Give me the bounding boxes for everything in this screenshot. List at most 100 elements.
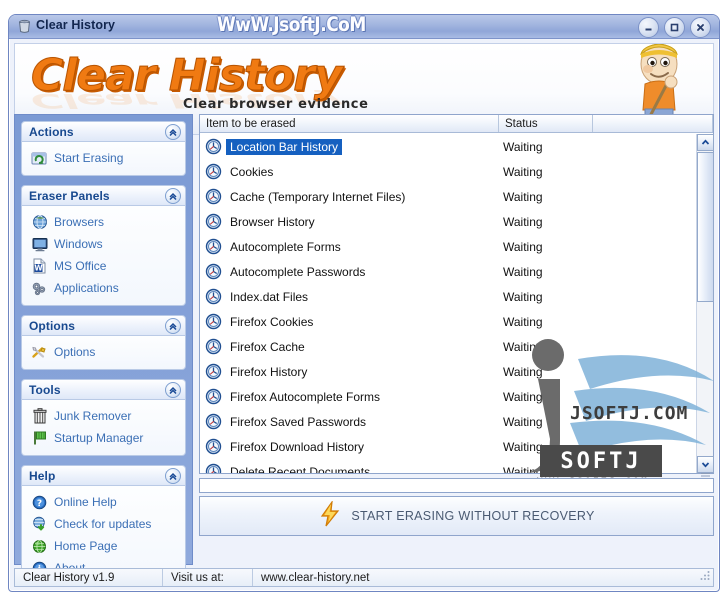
- row-status: Waiting: [503, 239, 543, 254]
- table-row[interactable]: Firefox Cookies Waiting: [200, 309, 696, 334]
- row-status: Waiting: [503, 264, 543, 279]
- app-logo: Clear History: [31, 50, 344, 102]
- scroll-up-button[interactable]: [697, 134, 714, 151]
- svg-text:?: ?: [37, 499, 42, 509]
- erase-button-label: START ERASING WITHOUT RECOVERY: [351, 509, 595, 523]
- maximize-button[interactable]: [664, 17, 685, 38]
- sidebar-item-label: Browsers: [54, 215, 105, 229]
- table-row[interactable]: Autocomplete Forms Waiting: [200, 234, 696, 259]
- panel-body-actions: Start Erasing: [21, 142, 186, 176]
- close-button[interactable]: [690, 17, 711, 38]
- row-item-name: Firefox History: [230, 364, 308, 379]
- globe-download-icon: [30, 516, 49, 533]
- clock-eraser-icon: [200, 288, 226, 305]
- list-column-headers: Item to be erased Status: [200, 115, 713, 133]
- sidebar-item-ms-office[interactable]: W MS Office: [26, 255, 181, 277]
- sidebar-item-options[interactable]: Options: [26, 341, 181, 363]
- word-document-icon: W: [30, 258, 49, 275]
- panel-body-options: Options: [21, 336, 186, 370]
- sidebar-item-label: Home Page: [54, 539, 118, 553]
- sidebar-item-windows[interactable]: Windows: [26, 233, 181, 255]
- sidebar-item-check-for-updates[interactable]: Check for updates: [26, 513, 181, 535]
- status-visit-label: Visit us at:: [163, 569, 253, 586]
- scroll-down-button[interactable]: [697, 456, 714, 473]
- table-row[interactable]: Browser History Waiting: [200, 209, 696, 234]
- clock-eraser-icon: [200, 338, 226, 355]
- clock-eraser-icon: [200, 363, 226, 380]
- list-vertical-scrollbar[interactable]: [696, 134, 714, 477]
- body-area: Actions Start Erasing Eraser Panels Brow…: [14, 114, 714, 586]
- flag-icon: [30, 430, 49, 447]
- window-title: Clear History: [36, 18, 116, 32]
- row-item-name: Firefox Download History: [230, 439, 365, 454]
- sidebar-item-label: Check for updates: [54, 517, 152, 531]
- status-url[interactable]: www.clear-history.net: [253, 569, 369, 586]
- clock-eraser-icon: [200, 438, 226, 455]
- sidebar-panel-actions: Actions Start Erasing: [21, 121, 186, 176]
- clock-eraser-icon: [200, 163, 226, 180]
- sidebar-item-home-page[interactable]: Home Page: [26, 535, 181, 557]
- sidebar-item-junk-remover[interactable]: Junk Remover: [26, 405, 181, 427]
- trash-bin-icon: [30, 408, 49, 425]
- panel-header-eraser-panels[interactable]: Eraser Panels: [21, 185, 186, 206]
- chevron-up-icon[interactable]: [165, 382, 181, 398]
- column-header-extra[interactable]: [593, 115, 713, 132]
- clock-eraser-icon: [200, 213, 226, 230]
- erase-items-list: Item to be erased Status Location Bar Hi…: [199, 114, 714, 487]
- column-header-status[interactable]: Status: [499, 115, 593, 132]
- clock-eraser-icon: [200, 463, 226, 473]
- panel-header-actions[interactable]: Actions: [21, 121, 186, 142]
- row-status: Waiting: [503, 189, 543, 204]
- table-row[interactable]: Cookies Waiting: [200, 159, 696, 184]
- chevron-up-icon[interactable]: [165, 124, 181, 140]
- row-item-name: Delete Recent Documents: [230, 464, 371, 474]
- table-row[interactable]: Firefox Cache Waiting: [200, 334, 696, 359]
- scrollbar-thumb[interactable]: [697, 152, 714, 302]
- sidebar-item-startup-manager[interactable]: Startup Manager: [26, 427, 181, 449]
- panel-header-tools[interactable]: Tools: [21, 379, 186, 400]
- sidebar-item-label: Applications: [54, 281, 119, 295]
- sidebar-item-online-help[interactable]: ? Online Help: [26, 491, 181, 513]
- row-status: Waiting: [503, 439, 543, 454]
- resize-grip-icon[interactable]: [700, 570, 710, 583]
- sidebar-item-label: Windows: [54, 237, 103, 251]
- sidebar-item-browsers[interactable]: Browsers: [26, 211, 181, 233]
- sidebar-item-label: Start Erasing: [54, 151, 124, 165]
- panel-title: Tools: [29, 382, 61, 397]
- table-row[interactable]: Autocomplete Passwords Waiting: [200, 259, 696, 284]
- progress-bar: [199, 478, 714, 493]
- title-watermark: WwW.JsoftJ.CoM: [217, 14, 366, 37]
- chevron-up-icon[interactable]: [165, 468, 181, 484]
- row-item-name: Firefox Autocomplete Forms: [230, 389, 381, 404]
- clock-eraser-icon: [200, 413, 226, 430]
- sidebar-item-label: Startup Manager: [54, 431, 144, 445]
- sidebar-item-label: Options: [54, 345, 96, 359]
- column-header-item[interactable]: Item to be erased: [200, 115, 499, 132]
- table-row[interactable]: Location Bar History Waiting: [200, 134, 696, 159]
- sidebar-panel-tools: Tools Junk Remover Startup Manager: [21, 379, 186, 456]
- panel-header-options[interactable]: Options: [21, 315, 186, 336]
- chevron-up-icon[interactable]: [165, 188, 181, 204]
- panel-header-help[interactable]: Help: [21, 465, 186, 486]
- table-row[interactable]: Firefox History Waiting: [200, 359, 696, 384]
- table-row[interactable]: Cache (Temporary Internet Files) Waiting: [200, 184, 696, 209]
- row-item-name: Index.dat Files: [230, 289, 309, 304]
- question-mark-icon: ?: [30, 494, 49, 511]
- row-status: Waiting: [503, 139, 543, 154]
- minimize-button[interactable]: [638, 17, 659, 38]
- window-controls: [638, 17, 711, 38]
- panel-title: Help: [29, 468, 56, 483]
- table-row[interactable]: Index.dat Files Waiting: [200, 284, 696, 309]
- clock-eraser-icon: [200, 238, 226, 255]
- chevron-up-icon[interactable]: [165, 318, 181, 334]
- title-bar: Clear History WwW.JsoftJ.CoM: [9, 15, 719, 39]
- row-status: Waiting: [503, 464, 543, 474]
- gears-icon: [30, 280, 49, 297]
- sidebar-item-start-erasing[interactable]: Start Erasing: [26, 147, 181, 169]
- sidebar-item-applications[interactable]: Applications: [26, 277, 181, 299]
- row-item-name: Firefox Saved Passwords: [230, 414, 367, 429]
- row-status: Waiting: [503, 414, 543, 429]
- start-erasing-without-recovery-button[interactable]: START ERASING WITHOUT RECOVERY: [199, 496, 714, 536]
- row-item-name: Location Bar History: [226, 138, 343, 155]
- app-tagline: Clear browser evidence: [183, 97, 369, 112]
